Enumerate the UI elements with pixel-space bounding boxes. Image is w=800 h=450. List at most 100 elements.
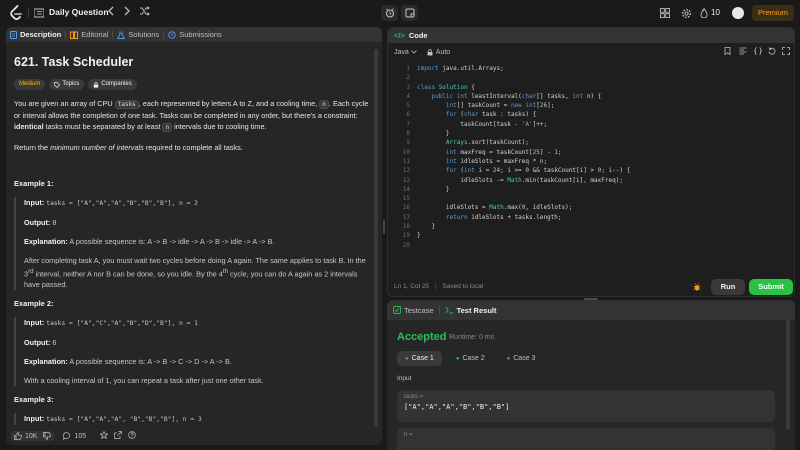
divider — [28, 8, 29, 18]
line-number: 3 — [406, 83, 410, 91]
terminal-icon — [445, 306, 453, 314]
help-button[interactable] — [128, 431, 136, 441]
like-button[interactable]: 10K — [10, 431, 56, 441]
tab-solutions-label: Solutions — [128, 30, 160, 39]
code-header: </> Code — [388, 28, 794, 43]
favorite-button[interactable] — [99, 430, 109, 441]
code-token: idleSlots = maxFreq * n; — [460, 157, 548, 165]
code-header-label: Code — [408, 31, 428, 40]
code-token: Arrays — [445, 139, 468, 147]
code-editor[interactable]: 1 2 3 4 5 6 7 8 9 10 11 12 13 14 15 16 1… — [388, 64, 794, 270]
tab-testcase[interactable]: Testcase — [393, 306, 434, 315]
companies-badge[interactable]: Companies — [88, 79, 137, 90]
language-select[interactable]: Java — [394, 49, 417, 56]
panel-resize-handle[interactable] — [383, 220, 385, 234]
tab-editorial-label: Editorial — [81, 30, 109, 39]
line-number: 4 — [406, 92, 410, 100]
n-input-box[interactable]: n = — [397, 428, 775, 450]
code-token: Math — [507, 176, 522, 184]
code-lines: import java.util.Arrays; class Solution {… — [417, 64, 630, 250]
timer-button[interactable] — [381, 5, 398, 21]
avatar[interactable] — [732, 7, 744, 19]
line-number: 10 — [402, 148, 410, 156]
format-button[interactable] — [739, 47, 747, 57]
thumbs-down-icon[interactable] — [43, 432, 52, 440]
result-tabbar: Testcase Test Result — [387, 300, 795, 320]
premium-button[interactable]: Premium — [752, 5, 794, 21]
extra-text: interval, neither A nor B can be done, s… — [33, 269, 223, 279]
code-token: min — [525, 176, 537, 184]
tasks-input-box[interactable]: tasks = ["A","A","A","B","B","B"] — [397, 390, 775, 422]
goal-text: required to complete all tasks. — [143, 143, 243, 152]
run-button[interactable]: Run — [711, 279, 745, 295]
code-token: class — [417, 83, 439, 91]
code-token: ; i >= — [500, 167, 526, 175]
tab-description[interactable]: Description — [6, 27, 65, 42]
code-line: int idleSlots = maxFreq * n; — [417, 157, 630, 166]
fullscreen-button[interactable] — [782, 47, 790, 57]
pass-dot-icon: ● — [405, 356, 409, 362]
daily-question-link[interactable]: Daily Question — [49, 7, 109, 17]
code-toolbar: Java Auto — [388, 43, 794, 61]
layout-button[interactable] — [659, 7, 671, 19]
code-line: idleSlots -= Math.min(taskCount[i], maxF… — [417, 176, 630, 185]
problem-list-icon[interactable] — [34, 8, 44, 18]
settings-button[interactable] — [680, 7, 692, 19]
submit-button[interactable]: Submit — [749, 279, 793, 295]
inline-code: tasks — [114, 100, 139, 109]
tab-submissions[interactable]: Submissions — [164, 27, 226, 42]
code-token: new int — [510, 102, 537, 110]
code-line: } — [417, 185, 630, 194]
example-2-block: Input: tasks = ["A","C","A","B","D","B"]… — [14, 317, 369, 387]
case-tab-1[interactable]: ● Case 1 — [397, 351, 442, 366]
code-line: for (int i = 24; i >= 0 && taskCount[i] … — [417, 166, 630, 175]
code-line: } — [417, 231, 630, 240]
auto-mode-toggle[interactable]: Auto — [427, 49, 450, 56]
code-line: import java.util.Arrays; — [417, 64, 630, 73]
output-value: 6 — [52, 338, 57, 348]
code-line: idleSlots = Math.max(0, idleSlots); — [417, 203, 630, 212]
debug-button[interactable] — [693, 283, 701, 293]
code-token: return — [445, 213, 472, 221]
result-status: Accepted — [397, 331, 447, 343]
note-button[interactable] — [724, 47, 731, 57]
problem-title[interactable]: 621. Task Scheduler — [14, 55, 369, 69]
code-token: for — [445, 111, 461, 119]
tab-editorial[interactable]: Editorial — [66, 27, 112, 42]
example-2-extra: With a cooling interval of 1, you can re… — [24, 376, 264, 386]
line-number: 12 — [402, 167, 410, 175]
result-scrollbar[interactable] — [786, 320, 790, 430]
tab-solutions[interactable]: Solutions — [113, 27, 163, 42]
braces-button[interactable] — [753, 47, 763, 57]
line-number: 14 — [402, 185, 410, 193]
next-problem-button[interactable] — [121, 6, 133, 20]
example-2-heading: Example 2: — [14, 299, 54, 309]
tab-test-result[interactable]: Test Result — [445, 305, 497, 315]
topics-badge[interactable]: Topics — [49, 79, 85, 90]
case-tab-2[interactable]: ● Case 2 — [448, 351, 493, 366]
random-problem-button[interactable] — [138, 6, 150, 20]
streak-flame[interactable] — [700, 7, 708, 19]
comments-button[interactable]: 105 — [63, 432, 86, 440]
code-token: 'A' — [521, 120, 533, 128]
tab-test-result-label: Test Result — [456, 305, 497, 315]
prev-problem-button[interactable] — [105, 6, 117, 20]
share-button[interactable] — [114, 431, 123, 441]
code-token: for — [445, 167, 461, 175]
code-token: [] tasks, — [536, 92, 573, 100]
reset-button[interactable] — [768, 47, 776, 57]
line-number: 7 — [406, 120, 410, 128]
checkbox-icon — [393, 306, 401, 314]
note-icon — [405, 8, 414, 18]
case-tab-3[interactable]: ● Case 3 — [499, 351, 544, 366]
example-1-block: Input: tasks = ["A","A","A","B","B","B"]… — [14, 197, 369, 291]
description-scrollbar[interactable] — [374, 49, 378, 429]
notes-button[interactable] — [401, 5, 418, 21]
leetcode-logo-icon[interactable] — [9, 5, 23, 21]
code-token: 26 — [539, 102, 548, 110]
code-token: java.util.Arrays; — [442, 65, 504, 72]
